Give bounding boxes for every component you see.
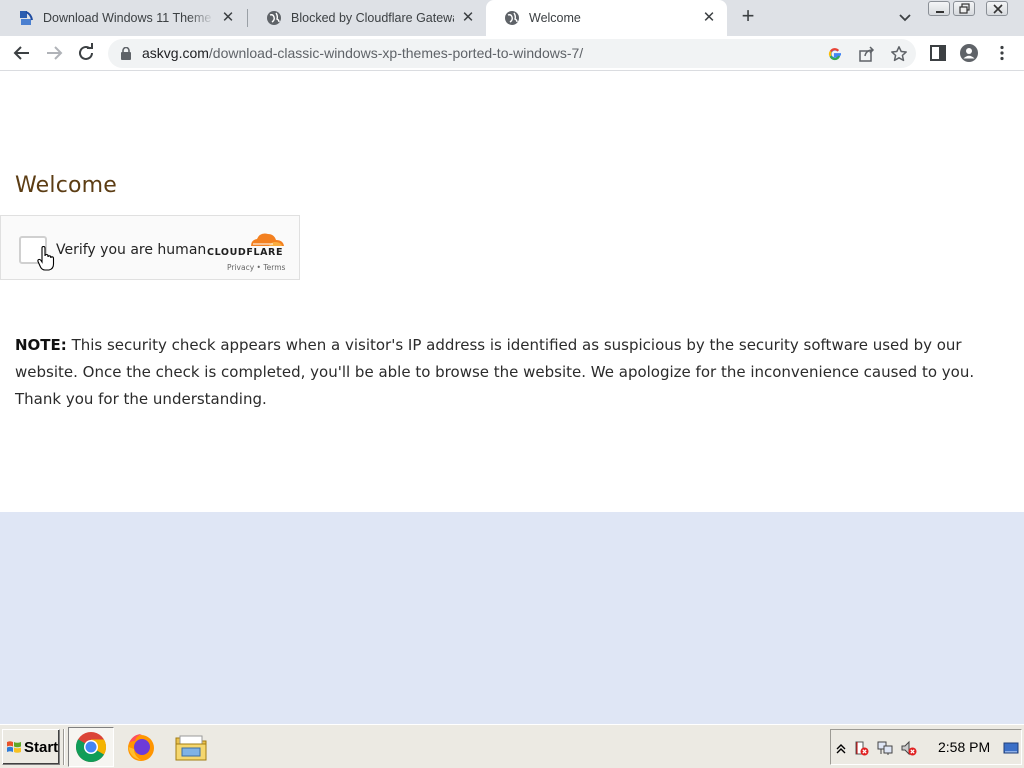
system-tray: 2:58 PM (830, 729, 1022, 765)
tab-title: Welcome (529, 11, 581, 25)
lock-icon[interactable] (120, 47, 132, 60)
page-footer-area (0, 512, 1024, 724)
close-icon (993, 4, 1003, 14)
hand-cursor-icon (37, 246, 55, 271)
chevron-down-icon[interactable] (896, 8, 914, 26)
browser-toolbar: askvg.com/download-classic-windows-xp-th… (0, 36, 1024, 71)
close-window-button[interactable] (986, 1, 1008, 16)
windows-logo-icon (7, 741, 21, 753)
side-panel-icon[interactable] (929, 44, 947, 62)
taskbar: Start 2:58 PM (0, 724, 1024, 768)
url-domain: askvg.com (142, 45, 209, 61)
chevron-up-icon[interactable] (833, 740, 849, 756)
taskbar-firefox-button[interactable] (118, 727, 164, 767)
tab-title: Download Windows 11 Theme For (43, 11, 214, 25)
restore-button[interactable] (953, 1, 975, 16)
tab-blocked-by-cloudflare[interactable]: Blocked by Cloudflare Gateway ✕ (248, 0, 486, 36)
globe-icon (267, 11, 281, 25)
firefox-icon (128, 734, 154, 761)
tab-welcome[interactable]: Welcome ✕ (486, 0, 727, 36)
chrome-icon (75, 732, 107, 763)
globe-icon (505, 11, 519, 25)
tab-close-button[interactable]: ✕ (701, 10, 717, 26)
tab-download-windows-11-theme[interactable]: Download Windows 11 Theme For ✕ (0, 0, 246, 36)
cloudflare-turnstile-widget: Verify you are human CLOUDFLARE Privacy … (0, 215, 300, 280)
network-icon[interactable] (877, 740, 893, 756)
tab-title: Blocked by Cloudflare Gateway (291, 11, 454, 25)
start-button[interactable]: Start (2, 729, 60, 765)
reload-icon[interactable] (74, 41, 98, 65)
site-favicon (20, 11, 33, 25)
web-page: Welcome Verify you are human CLOUDFLARE … (0, 71, 1024, 512)
action-center-warning-icon[interactable] (853, 740, 869, 756)
note-text: This security check appears when a visit… (15, 336, 975, 408)
note-label: NOTE: (15, 336, 67, 354)
privacy-terms-links[interactable]: Privacy • Terms (227, 263, 285, 272)
volume-muted-icon[interactable] (901, 740, 917, 756)
cloudflare-brand-text: CLOUDFLARE (207, 247, 284, 258)
security-note: NOTE: This security check appears when a… (15, 332, 1009, 413)
taskbar-chrome-button[interactable] (68, 727, 114, 767)
address-bar[interactable]: askvg.com/download-classic-windows-xp-th… (108, 39, 916, 68)
new-tab-button[interactable]: + (735, 4, 761, 30)
more-menu-icon[interactable] (993, 44, 1011, 62)
show-desktop-icon[interactable] (1003, 740, 1019, 756)
folder-icon (175, 735, 207, 761)
url-text: askvg.com/download-classic-windows-xp-th… (142, 45, 583, 61)
restore-icon (959, 3, 970, 14)
back-arrow-icon[interactable] (10, 41, 34, 65)
url-path: /download-classic-windows-xp-themes-port… (208, 45, 584, 61)
minimize-icon (936, 11, 944, 13)
taskbar-clock[interactable]: 2:58 PM (938, 739, 990, 755)
tab-close-button[interactable]: ✕ (460, 10, 476, 26)
page-title: Welcome (15, 173, 118, 198)
tab-close-button[interactable]: ✕ (220, 10, 236, 26)
taskbar-separator (63, 729, 65, 765)
minimize-button[interactable] (928, 1, 950, 16)
verify-label: Verify you are human (56, 242, 207, 258)
taskbar-explorer-button[interactable] (168, 727, 214, 767)
star-icon[interactable] (890, 45, 908, 63)
start-label: Start (24, 738, 59, 756)
tab-strip: Download Windows 11 Theme For ✕ Blocked … (0, 0, 1024, 36)
forward-arrow-icon[interactable] (42, 41, 66, 65)
share-icon[interactable] (858, 45, 876, 63)
profile-avatar-icon[interactable] (960, 44, 978, 62)
google-icon[interactable] (826, 45, 844, 63)
